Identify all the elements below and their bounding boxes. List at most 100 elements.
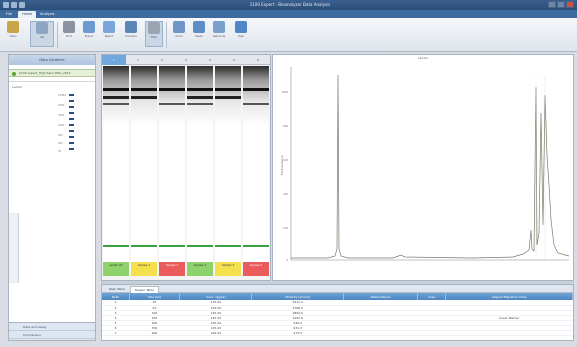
folder-icon	[7, 21, 19, 33]
ladder-band	[69, 148, 74, 150]
lower-marker-line	[159, 245, 185, 247]
lane-header[interactable]: L	[102, 55, 126, 65]
filter-button[interactable]: Filter	[145, 21, 163, 47]
lower-marker-line	[131, 245, 157, 247]
ladder-tick: 7000	[58, 104, 65, 107]
column-header[interactable]: Size [bp]	[129, 293, 181, 300]
ladder-tick: 1000	[58, 124, 65, 127]
setpoints-label: Setpoints	[212, 35, 226, 38]
gel-view-label: Gel	[39, 36, 45, 39]
column-header[interactable]: Observations	[343, 293, 419, 300]
file-tree-item[interactable]: 2100 expert_High Sens DNA_2013	[9, 69, 95, 77]
open-button[interactable]: Open	[4, 21, 22, 47]
table-cell: 400	[129, 330, 180, 336]
export-button[interactable]: Export	[80, 21, 98, 47]
export-icon	[83, 21, 95, 33]
save-icon[interactable]	[11, 2, 17, 8]
footer-item-comparison[interactable]: Comparison	[9, 331, 95, 339]
zoom-label: Zoom	[175, 35, 183, 38]
compare-button[interactable]: Compare	[120, 21, 142, 47]
peaks-icon	[193, 21, 205, 33]
tab-file[interactable]: File	[2, 11, 16, 18]
ladder-band	[69, 112, 74, 114]
peaks-label: Peaks	[195, 35, 203, 38]
table-cell	[343, 330, 418, 336]
lane-header[interactable]: 1	[126, 55, 150, 65]
electropherogram-view[interactable]: Ladder Fluorescence 1000 800 600 400 200…	[272, 54, 574, 281]
gel-lane[interactable]	[243, 66, 269, 266]
gel-view-icon	[36, 22, 48, 34]
y-tick-label: 200	[283, 226, 288, 230]
help-label: Help	[238, 35, 244, 38]
filter-icon	[148, 22, 160, 34]
close-button[interactable]	[566, 1, 574, 8]
ladder-preview: Ladder 10380 7000 3000 1000 500 300 35	[9, 81, 95, 211]
minimize-button[interactable]	[548, 1, 556, 8]
print-button[interactable]: Print	[60, 21, 78, 47]
compare-icon	[125, 21, 137, 33]
ladder-tick: 10380	[58, 94, 66, 97]
lane-status-label: Sample 1	[131, 262, 157, 276]
report-button[interactable]: Report	[100, 21, 118, 47]
report-icon	[103, 21, 115, 33]
undo-icon[interactable]	[19, 2, 25, 8]
panel-header: Data Contents	[9, 55, 95, 65]
panel-footer: Data and Assay Comparison	[9, 322, 95, 340]
tab-home[interactable]: Home	[18, 11, 37, 18]
ladder-band	[69, 130, 74, 132]
results-tab-bar: Peak Table Region Table	[102, 285, 573, 293]
footer-item-data-and-assay[interactable]: Data and Assay	[9, 323, 95, 331]
data-contents-panel: Data Contents 2100 expert_High Sens DNA_…	[8, 54, 96, 341]
compare-label: Compare	[125, 35, 137, 38]
ladder-band	[69, 118, 74, 120]
column-header[interactable]: Aligned Migration Time	[445, 293, 573, 300]
lane-header[interactable]: 6	[246, 55, 270, 65]
setpoints-button[interactable]: Setpoints	[210, 21, 228, 47]
gel-view-button[interactable]: Gel	[30, 21, 54, 47]
lane-header[interactable]: 4	[198, 55, 222, 65]
help-button[interactable]: Help	[232, 21, 250, 47]
gel-lane[interactable]	[159, 66, 185, 266]
column-header[interactable]: Conc. [pg/µl]	[179, 293, 253, 300]
lane-header[interactable]: 5	[222, 55, 246, 65]
table-cell: 473.5	[251, 330, 344, 336]
table-header-row: Peak Size [bp] Conc. [pg/µl] Molarity [p…	[102, 293, 573, 300]
menu-tab-bar: File Home Analysis	[0, 10, 577, 18]
file-name: 2100 expert_High Sens DNA_2013	[19, 71, 71, 75]
lane-status-label: Sample 5	[243, 262, 269, 276]
tab-peak-table[interactable]: Peak Table	[105, 286, 129, 293]
gel-view: L 1 2 3 4 5 6 Ladder OK Sample 1 Sample …	[101, 54, 271, 281]
gel-lane[interactable]	[187, 66, 213, 266]
zoom-button[interactable]: Zoom	[170, 21, 188, 47]
tab-analysis[interactable]: Analysis	[36, 11, 58, 18]
table-row[interactable]: 7 400 125.00 473.5	[102, 330, 573, 336]
column-header[interactable]: Area	[417, 293, 447, 300]
y-tick-label: 400	[283, 192, 288, 196]
ladder-band	[69, 136, 74, 138]
ladder-band	[69, 106, 74, 108]
app-menu-icon[interactable]	[3, 2, 9, 8]
window-title: 2100 Expert - Bioanalyzer Data Analysis	[249, 2, 331, 7]
tab-region-table[interactable]: Region Table	[130, 286, 159, 293]
lower-marker-line	[103, 245, 129, 247]
maximize-button[interactable]	[557, 1, 565, 8]
y-tick-label: 800	[283, 124, 288, 128]
peaks-button[interactable]: Peaks	[190, 21, 208, 47]
open-button-label: Open	[9, 35, 17, 38]
print-label: Print	[66, 35, 72, 38]
lower-marker-line	[215, 245, 241, 247]
electropherogram-plot: Fluorescence 1000 800 600 400 200 0	[280, 67, 570, 262]
gel-lane[interactable]	[215, 66, 241, 266]
filter-label: Filter	[150, 36, 158, 39]
column-header[interactable]: Peak	[102, 293, 130, 300]
gel-lane-header: L 1 2 3 4 5 6	[102, 55, 270, 65]
lane-header[interactable]: 3	[174, 55, 198, 65]
status-dot-icon	[12, 72, 16, 76]
collapsed-side-tab[interactable]	[9, 213, 19, 283]
gel-lane[interactable]	[103, 66, 129, 266]
electropherogram-trace	[291, 74, 570, 259]
lane-header[interactable]: 2	[150, 55, 174, 65]
column-header[interactable]: Molarity [pmol/l]	[251, 293, 344, 300]
gel-lane[interactable]	[131, 66, 157, 266]
y-tick-label: 0	[286, 258, 288, 262]
